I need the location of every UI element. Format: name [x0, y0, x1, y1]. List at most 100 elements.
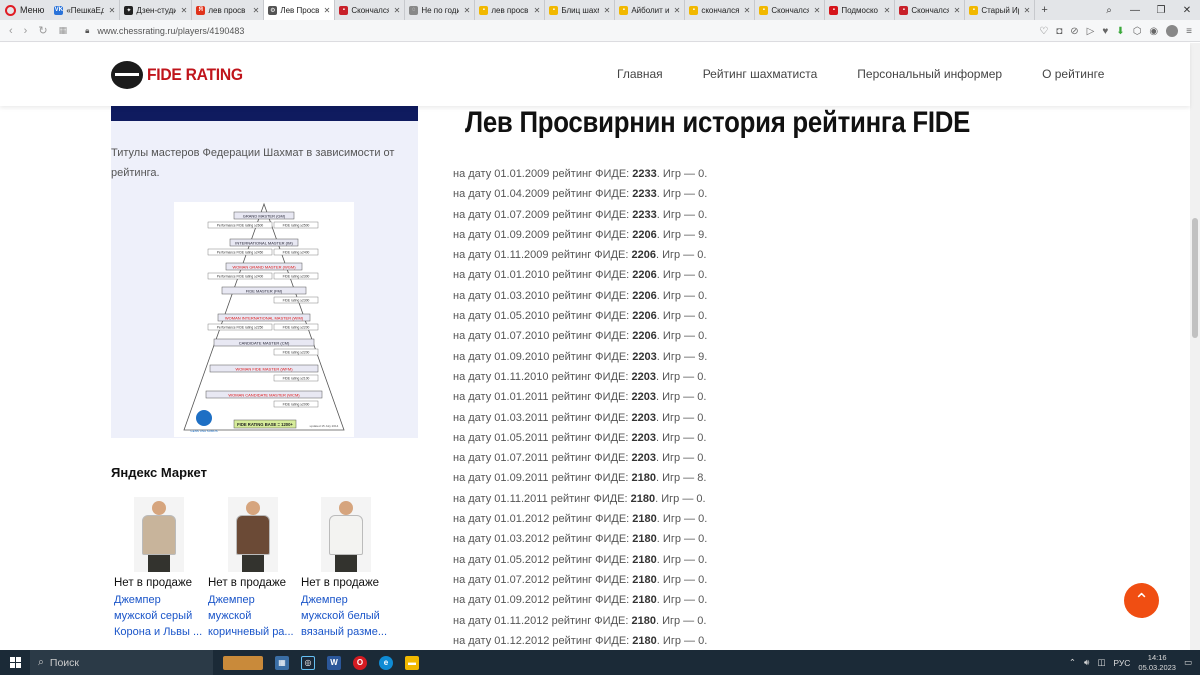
new-tab-button[interactable]: + [1035, 4, 1053, 16]
language-indicator[interactable]: РУС [1113, 658, 1130, 668]
speed-dial-icon[interactable]: ◉ [1149, 26, 1158, 37]
block-icon[interactable]: ⊘ [1070, 26, 1078, 37]
rating-date: 01.11.2009 [494, 249, 549, 262]
row-prefix: на дату [453, 553, 492, 566]
browser-tab[interactable]: ✦ Дзен-студи ✕ [120, 0, 193, 20]
close-tab-icon[interactable]: ✕ [464, 6, 471, 15]
tabs-grid-icon[interactable]: ▦ [59, 25, 68, 36]
close-tab-icon[interactable]: ✕ [534, 6, 541, 15]
nav-link-home[interactable]: Главная [617, 67, 663, 81]
pyramid-level: WOMAN INTERNATIONAL MASTER (WIM) Performa… [207, 313, 319, 331]
calculator-icon[interactable]: ▦ [275, 655, 289, 670]
browser-tab[interactable]: ▪ Подмоско ✕ [825, 0, 896, 20]
yandex-market-heading[interactable]: Яндекс Маркет [111, 465, 207, 480]
close-tab-icon[interactable]: ✕ [884, 6, 891, 15]
rating-date: 01.03.2011 [494, 411, 549, 424]
close-tab-icon[interactable]: ✕ [954, 6, 961, 15]
edge-icon[interactable]: e [379, 655, 393, 670]
browser-tab[interactable]: ▪ Скончался ✕ [895, 0, 966, 20]
market-product-card[interactable]: Нет в продаже Джемпер мужской коричневый … [208, 497, 300, 640]
windows-logo-icon [9, 657, 21, 668]
row-games-label: Игр — [662, 411, 695, 424]
close-tab-icon[interactable]: ✕ [253, 6, 260, 15]
browser-tab[interactable]: Ялев просв ✕ [192, 0, 265, 20]
browser-tab[interactable]: ▪ скончался ✕ [685, 0, 756, 20]
close-tab-icon[interactable]: ✕ [604, 6, 611, 15]
forward-button[interactable]: › [24, 25, 28, 37]
play-icon[interactable]: ▷ [1087, 26, 1095, 37]
row-prefix: на дату [453, 431, 492, 444]
word-icon[interactable]: W [327, 655, 341, 670]
camera-icon[interactable]: ◘ [1056, 26, 1062, 37]
market-product-card[interactable]: Нет в продаже Джемпер мужской серый Корон… [114, 497, 206, 640]
rating-date: 01.07.2010 [494, 330, 550, 343]
nav-link-personal-informer[interactable]: Персональный информер [857, 67, 1002, 81]
product-image[interactable] [321, 497, 371, 572]
search-tabs-icon[interactable]: ⌕ [1096, 5, 1122, 16]
browser-tab[interactable]: ▪ Старый Ир ✕ [965, 0, 1036, 20]
close-tab-icon[interactable]: ✕ [814, 6, 821, 15]
browser-tab[interactable]: ▪ лев просв ✕ [475, 0, 546, 20]
restore-button[interactable]: ❐ [1148, 5, 1174, 16]
back-button[interactable]: ‹ [9, 25, 13, 37]
reload-button[interactable]: ↻ [38, 24, 47, 37]
row-prefix: на дату [453, 249, 492, 262]
close-window-button[interactable]: ✕ [1174, 5, 1200, 16]
file-explorer-icon[interactable]: ▬ [405, 655, 419, 670]
rating-row: на дату 01.03.2012 рейтинг ФИДЕ: 2180. И… [453, 533, 708, 546]
close-tab-icon[interactable]: ✕ [181, 6, 188, 15]
page-scrollbar[interactable] [1190, 43, 1200, 650]
profile-avatar[interactable] [1166, 25, 1179, 37]
games-count: 0 [698, 533, 705, 546]
volume-icon[interactable]: 🔊︎ [1084, 657, 1089, 668]
close-tab-icon[interactable]: ✕ [394, 6, 401, 15]
notifications-icon[interactable]: ▭ [1184, 657, 1192, 668]
nav-link-about-rating[interactable]: О рейтинге [1042, 67, 1104, 81]
bookmark-icon[interactable]: ♡ [1039, 26, 1048, 37]
close-tab-icon[interactable]: ✕ [674, 6, 681, 15]
landscape-widget-icon[interactable] [223, 655, 263, 670]
taskbar-search[interactable]: ⌕ Поиск [30, 650, 213, 675]
browser-tab[interactable]: ▪ Скончался ✕ [335, 0, 406, 20]
minimize-button[interactable]: — [1122, 5, 1148, 16]
url-field[interactable]: www.chessrating.ru/players/4190483 [97, 26, 244, 36]
product-image[interactable] [228, 497, 278, 572]
extensions-icon[interactable]: ⬡ [1133, 26, 1142, 37]
clock[interactable]: 14:16 05.03.2023 [1138, 653, 1176, 673]
market-product-card[interactable]: Нет в продаже Джемпер мужской белый вязан… [301, 497, 393, 640]
product-link[interactable]: Джемпер мужской белый вязаный разме... [301, 592, 393, 640]
product-link[interactable]: Джемпер мужской коричневый ра... [208, 592, 300, 640]
close-tab-icon[interactable]: ✕ [324, 6, 331, 15]
browser-tab[interactable]: ⚙ Лев Просв ✕ [264, 0, 336, 20]
tray-chevron-icon[interactable]: ⌃ [1069, 657, 1076, 668]
browser-tab[interactable]: ▪ Скончался ✕ [755, 0, 826, 20]
site-logo[interactable]: FIDE RATING [111, 61, 251, 89]
pyramid-level-title: WOMAN CANDIDATE MASTER (WCM) [228, 392, 300, 397]
close-tab-icon[interactable]: ✕ [1024, 6, 1031, 15]
product-image[interactable] [134, 497, 184, 572]
browser-tab[interactable]: VK«ПешкаЕдь ✕ [50, 0, 121, 20]
browser-tab[interactable]: ▪ Айболит и ✕ [615, 0, 686, 20]
browser-tab[interactable]: ◌ Не по годи ✕ [405, 0, 476, 20]
steam-icon[interactable]: ◎ [301, 655, 315, 670]
close-tab-icon[interactable]: ✕ [744, 6, 751, 15]
pyramid-perf-label: Performance FIDE rating ≥2600 [217, 223, 264, 227]
row-prefix: на дату [453, 289, 492, 302]
nav-link-player-rating[interactable]: Рейтинг шахматиста [703, 67, 818, 81]
download-icon[interactable]: ⬇ [1116, 26, 1124, 37]
opera-menu-button[interactable]: Меню [0, 0, 50, 20]
tab-title: Подмоско [841, 5, 879, 15]
start-button[interactable] [0, 650, 30, 675]
product-link[interactable]: Джемпер мужской серый Корона и Львы ... [114, 592, 206, 640]
games-count: 0 [698, 168, 705, 180]
opera-icon[interactable]: O [353, 655, 367, 670]
heart-icon[interactable]: ♥ [1102, 26, 1108, 37]
network-icon[interactable]: ◫ [1097, 657, 1105, 668]
browser-menu-icon[interactable]: ≡ [1186, 26, 1192, 37]
close-tab-icon[interactable]: ✕ [109, 6, 116, 15]
rating-value: 2180 [630, 492, 656, 505]
scrollbar-thumb[interactable] [1192, 218, 1198, 338]
browser-tab[interactable]: ▪Блиц шахм ✕ [545, 0, 616, 20]
tab-favicon-icon: ▪ [759, 5, 769, 15]
scroll-to-top-button[interactable]: ⌃ [1124, 583, 1159, 618]
